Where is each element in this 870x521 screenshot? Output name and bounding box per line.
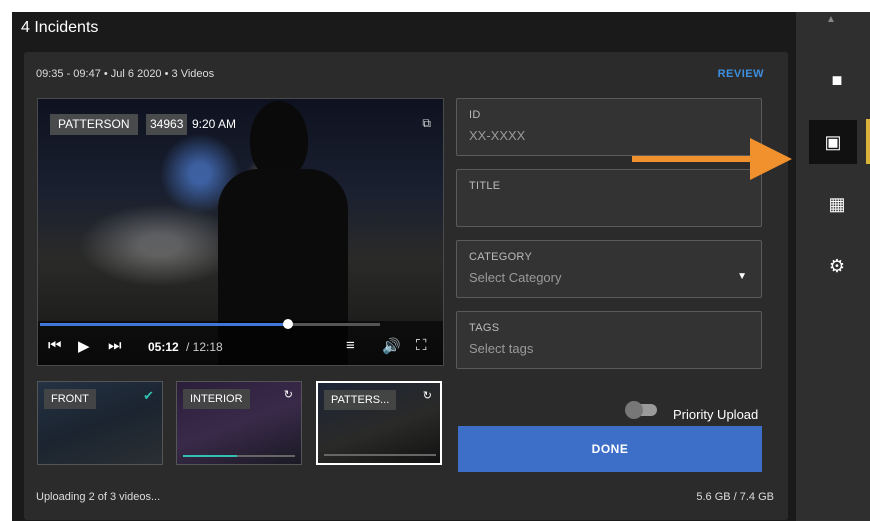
volume-icon[interactable]: 🔊 xyxy=(382,337,401,355)
pointer-arrow xyxy=(632,138,792,180)
thumbnail-progress xyxy=(183,455,295,457)
id-label: ID xyxy=(469,109,481,121)
settings-icon[interactable]: ⚙ xyxy=(821,250,853,282)
thumbnail-front[interactable]: FRONT ✔ xyxy=(37,381,163,465)
video-queue-icon[interactable]: ▣ xyxy=(809,120,857,164)
step-back-icon[interactable]: ⏮ xyxy=(48,337,62,354)
category-label: CATEGORY xyxy=(469,251,533,263)
progress-fill xyxy=(40,323,289,326)
sync-icon: ↻ xyxy=(283,389,293,401)
category-select[interactable]: CATEGORY Select Category ▼ xyxy=(456,240,762,298)
priority-upload-label: Priority Upload xyxy=(673,407,759,422)
incident-panel: 09:35 - 09:47 • Jul 6 2020 • 3 Videos RE… xyxy=(24,52,788,520)
thumbnail-interior[interactable]: INTERIOR ↻ xyxy=(176,381,302,465)
total-time: / 12:18 xyxy=(186,340,223,354)
app-root: 4 Incidents 09:35 - 09:47 • Jul 6 2020 •… xyxy=(0,0,870,521)
thumbnail-label: FRONT xyxy=(44,389,96,409)
thumbnail-progress-fill xyxy=(183,455,237,457)
officer-chip: PATTERSON xyxy=(50,114,138,135)
fullscreen-icon[interactable]: ⛶ xyxy=(416,337,427,354)
title-label: TITLE xyxy=(469,180,501,192)
review-button[interactable]: REVIEW xyxy=(718,68,764,80)
step-forward-icon[interactable]: ⏭ xyxy=(108,337,122,354)
mountain-icon: ▲ xyxy=(826,14,836,25)
thumbnail-label: PATTERS... xyxy=(324,390,397,410)
tags-label: TAGS xyxy=(469,322,500,334)
storage-usage: 5.6 GB / 7.4 GB xyxy=(696,491,774,503)
tags-placeholder: Select tags xyxy=(469,341,534,356)
id-placeholder: XX-XXXX xyxy=(469,128,526,143)
camera-icon[interactable]: ■ xyxy=(821,64,853,96)
check-circle-icon: ✔ xyxy=(143,388,154,403)
thumbnail-patterson[interactable]: PATTERS... ↻ xyxy=(316,381,442,465)
dropdown-caret-icon: ▼ xyxy=(737,271,747,282)
thumbnail-label: INTERIOR xyxy=(183,389,250,409)
top-bar: 4 Incidents xyxy=(12,12,796,46)
video-player[interactable]: PATTERSON 34963 9:20 AM ⧉ ⏮ ▶ ⏭ 05:12 / … xyxy=(37,98,444,366)
priority-upload-toggle[interactable] xyxy=(625,401,657,419)
sync-icon: ↻ xyxy=(422,390,432,402)
main-area: 4 Incidents 09:35 - 09:47 • Jul 6 2020 •… xyxy=(12,12,796,521)
upload-status: Uploading 2 of 3 videos... xyxy=(36,491,161,503)
play-icon[interactable]: ▶ xyxy=(78,337,90,355)
sidebar: ▲ ■ ▣ ▦ ⚙ xyxy=(796,0,870,521)
timestamp-label: 9:20 AM xyxy=(192,117,237,131)
picture-in-picture-icon[interactable]: ⧉ xyxy=(422,116,431,131)
active-indicator xyxy=(866,119,870,164)
playback-progress[interactable] xyxy=(40,319,380,329)
current-time: 05:12 xyxy=(148,340,179,354)
category-placeholder: Select Category xyxy=(469,270,562,285)
page-title: 4 Incidents xyxy=(21,19,99,36)
thumbnail-progress xyxy=(324,454,436,456)
audio-tracks-icon[interactable]: ≡ xyxy=(346,337,355,354)
tags-field[interactable]: TAGS Select tags xyxy=(456,311,762,369)
done-button[interactable]: DONE xyxy=(458,426,762,472)
incident-meta: 09:35 - 09:47 • Jul 6 2020 • 3 Videos xyxy=(36,68,215,80)
badge-chip: 34963 xyxy=(146,114,188,135)
badge-id-icon[interactable]: ▦ xyxy=(821,188,853,220)
